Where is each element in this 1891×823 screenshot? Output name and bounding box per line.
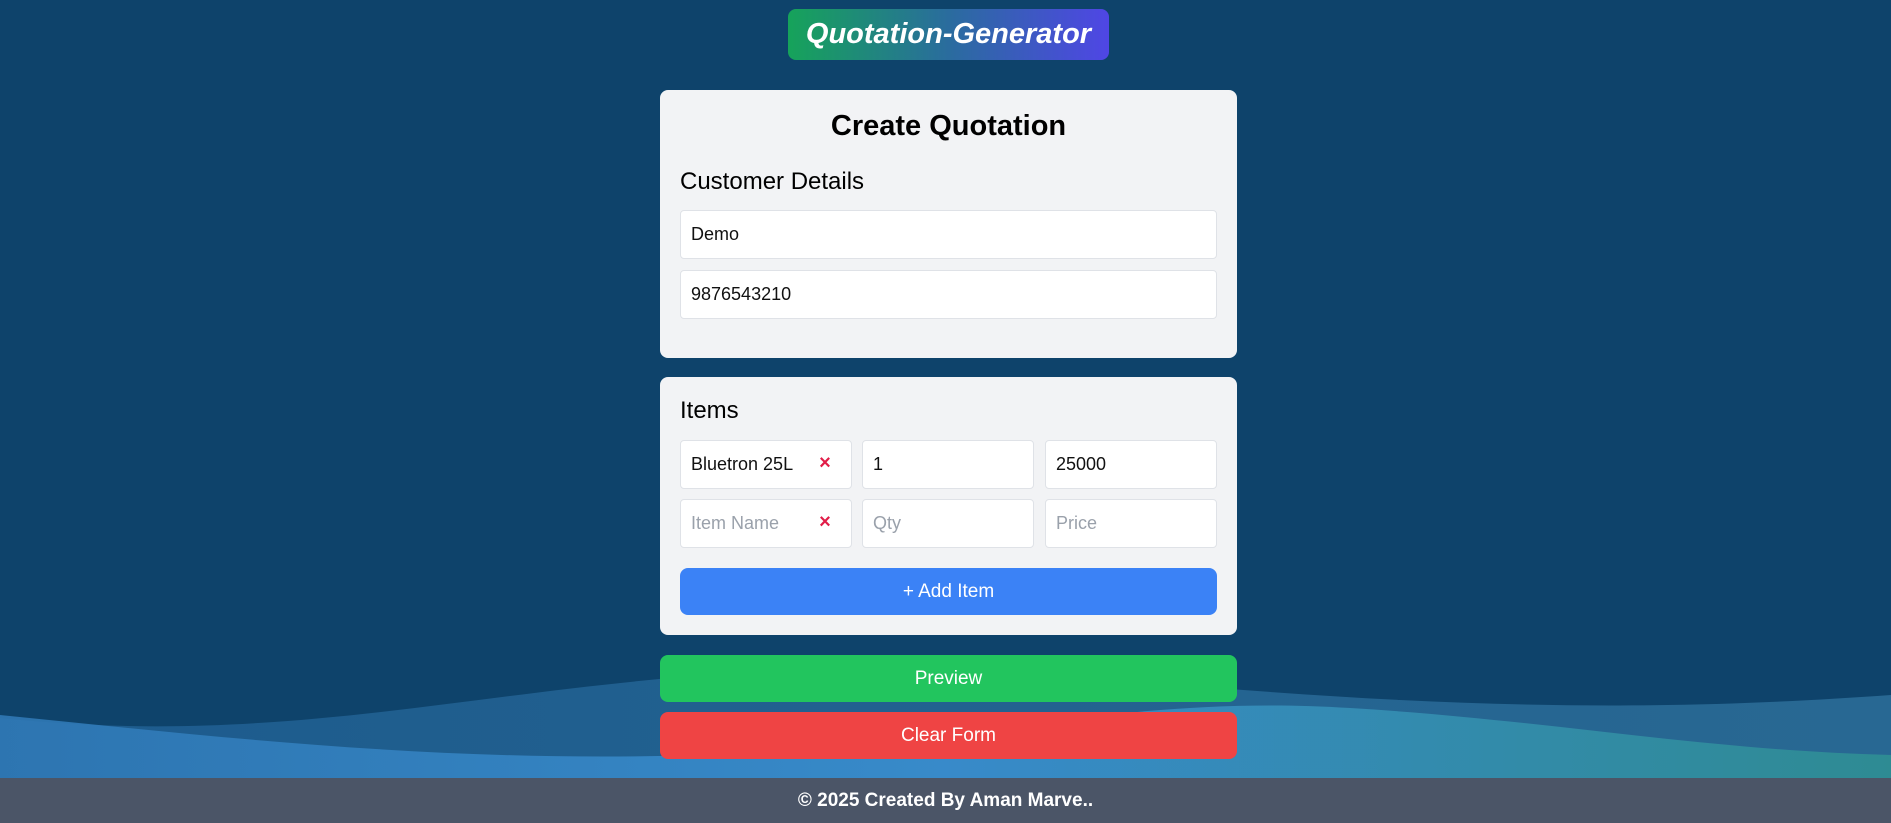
items-title: Items xyxy=(680,397,739,424)
item-row-1-qty-cell xyxy=(862,440,1034,489)
close-icon[interactable]: × xyxy=(814,452,836,474)
footer-credit: © 2025 Created By Aman Marve.. xyxy=(797,789,1094,811)
item-qty-input[interactable] xyxy=(862,440,1034,489)
item-row-2-price-cell xyxy=(1045,499,1217,548)
clear-form-button[interactable]: Clear Form xyxy=(660,712,1237,759)
preview-button[interactable]: Preview xyxy=(660,655,1237,702)
item-qty-input[interactable] xyxy=(862,499,1034,548)
add-item-button[interactable]: + Add Item xyxy=(680,568,1217,615)
customer-details-card: Create Quotation Customer Details xyxy=(660,90,1237,358)
customer-details-title: Customer Details xyxy=(680,168,865,195)
app-title: Quotation-Generator xyxy=(788,9,1109,60)
item-row-1-name-cell: × xyxy=(680,440,852,489)
footer: © 2025 Created By Aman Marve.. xyxy=(0,778,1891,823)
item-row-2-qty-cell xyxy=(862,499,1034,548)
item-row-2-name-cell: × xyxy=(680,499,852,548)
item-row-1-price-cell xyxy=(1045,440,1217,489)
close-icon[interactable]: × xyxy=(814,511,836,533)
page-title: Create Quotation xyxy=(830,110,1067,142)
item-price-input[interactable] xyxy=(1045,499,1217,548)
customer-phone-input[interactable] xyxy=(680,270,1217,319)
item-price-input[interactable] xyxy=(1045,440,1217,489)
items-card: Items × × + Add Item xyxy=(660,377,1237,635)
customer-name-input[interactable] xyxy=(680,210,1217,259)
